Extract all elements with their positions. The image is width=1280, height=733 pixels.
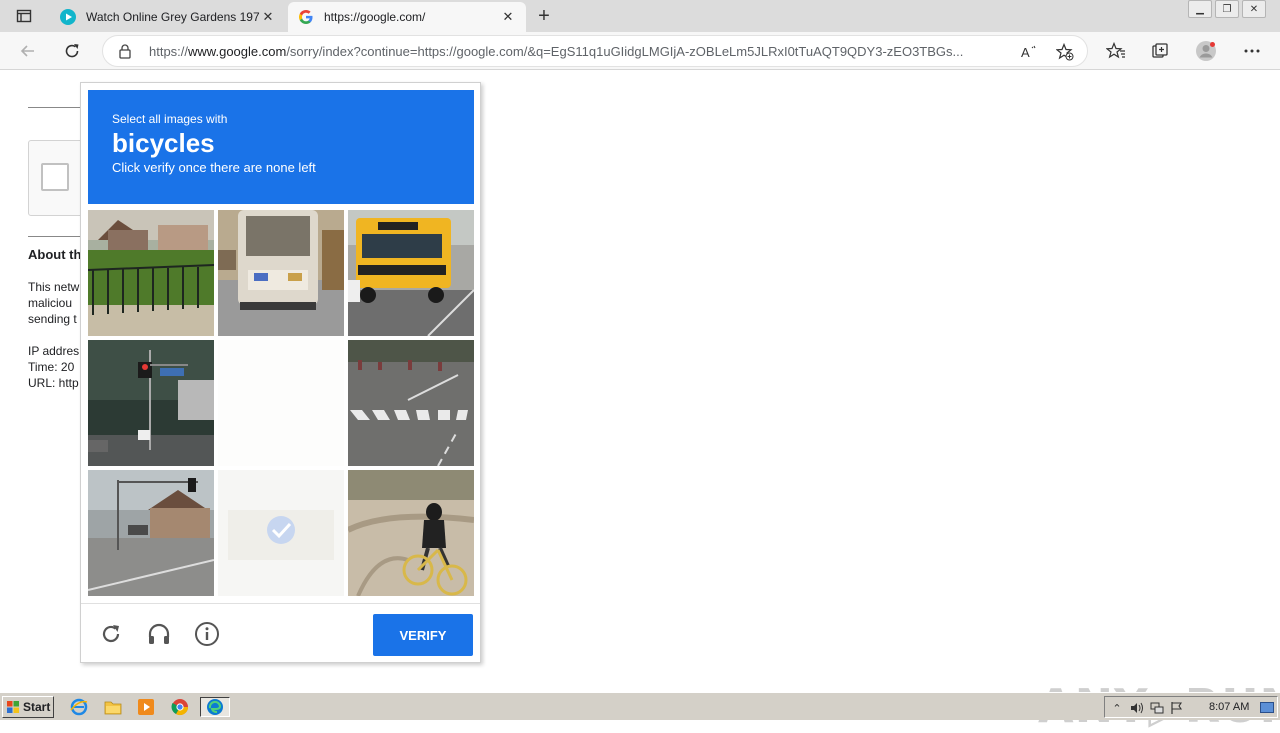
- chrome-icon[interactable]: [169, 697, 191, 717]
- audio-challenge-icon[interactable]: [145, 620, 173, 648]
- window-controls: ▁ ❐ ✕: [1185, 0, 1266, 18]
- prompt-note: Click verify once there are none left: [112, 160, 316, 175]
- svg-text:A: A: [1021, 45, 1030, 60]
- captcha-tile-2[interactable]: [218, 210, 344, 336]
- captcha-tile-5-loading[interactable]: [218, 340, 344, 466]
- edge-icon[interactable]: [200, 697, 230, 717]
- clock: 8:07 AM: [1209, 701, 1250, 713]
- address-bar[interactable]: https://www.google.com/sorry/index?conti…: [102, 35, 1088, 67]
- show-hidden-icons-chevron-icon[interactable]: ⌃: [1109, 700, 1125, 716]
- captcha-tile-3[interactable]: [348, 210, 474, 336]
- action-center-flag-icon[interactable]: [1169, 700, 1185, 716]
- tab-close-icon[interactable]: ✕: [500, 9, 516, 25]
- captcha-challenge: Select all images with bicycles Click ve…: [80, 82, 481, 663]
- prompt-sub: Select all images with: [112, 112, 228, 126]
- start-label: Start: [23, 700, 51, 714]
- paragraph-line: sending t: [28, 312, 77, 326]
- volume-icon[interactable]: [1129, 700, 1145, 716]
- more-menu-icon[interactable]: [1240, 39, 1264, 63]
- ip-address-line: IP addres: [28, 344, 80, 358]
- tab-grey-gardens[interactable]: Watch Online Grey Gardens 1975 ✕: [50, 2, 286, 32]
- tab-strip: Watch Online Grey Gardens 1975 ✕ https:/…: [0, 0, 1280, 32]
- captcha-tile-4[interactable]: [88, 340, 214, 466]
- folder-icon[interactable]: [102, 697, 124, 717]
- media-player-icon[interactable]: [135, 697, 157, 717]
- time-line: Time: 20: [28, 360, 75, 374]
- captcha-footer: VERIFY: [81, 603, 480, 663]
- lock-icon[interactable]: [117, 43, 133, 59]
- new-tab-plus-icon[interactable]: +: [532, 4, 556, 28]
- captcha-tile-8-selected[interactable]: [218, 470, 344, 596]
- captcha-prompt: Select all images with bicycles Click ve…: [88, 90, 474, 204]
- tab-close-icon[interactable]: ✕: [260, 9, 276, 25]
- favorites-icon[interactable]: [1104, 39, 1128, 63]
- tab-actions-icon: [16, 9, 32, 23]
- refresh-icon[interactable]: [60, 39, 84, 63]
- collections-icon[interactable]: [1148, 39, 1172, 63]
- url-scheme: https://: [149, 44, 189, 59]
- tab-actions-button[interactable]: [8, 4, 40, 28]
- divider: [28, 236, 88, 237]
- captcha-tile-9[interactable]: [348, 470, 474, 596]
- about-heading: About th: [28, 247, 82, 262]
- start-button[interactable]: Start: [2, 696, 54, 718]
- read-aloud-icon[interactable]: A: [1019, 42, 1039, 62]
- url-host: www.google.com: [188, 44, 287, 59]
- add-favorite-icon[interactable]: [1055, 42, 1075, 62]
- reload-challenge-icon[interactable]: [97, 620, 125, 648]
- info-icon[interactable]: [193, 620, 221, 648]
- ie-icon[interactable]: [68, 697, 90, 717]
- system-tray: ⌃ 8:07 AM: [1104, 696, 1278, 718]
- restore-icon[interactable]: ❐: [1215, 0, 1239, 18]
- paragraph-line: This netw: [28, 280, 80, 294]
- tab-title: Watch Online Grey Gardens 1975: [86, 10, 260, 24]
- divider: [28, 107, 88, 108]
- network-icon[interactable]: [1149, 700, 1165, 716]
- url-path: /sorry/index?continue=https://google.com…: [286, 44, 964, 59]
- captcha-tile-1[interactable]: [88, 210, 214, 336]
- captcha-tile-7[interactable]: [88, 470, 214, 596]
- tab-title: https://google.com/: [324, 10, 426, 24]
- url-line: URL: http: [28, 376, 79, 390]
- verify-button[interactable]: VERIFY: [373, 614, 473, 656]
- windows-flag-icon: [7, 701, 19, 713]
- paragraph-line: maliciou: [28, 296, 73, 310]
- request-info: IP addres Time: 20 URL: http: [28, 343, 88, 391]
- captcha-tile-6[interactable]: [348, 340, 474, 466]
- minimize-icon[interactable]: ▁: [1188, 0, 1212, 18]
- navigation-bar: https://www.google.com/sorry/index?conti…: [0, 32, 1280, 70]
- tab-google[interactable]: https://google.com/ ✕: [288, 2, 526, 32]
- show-desktop-icon[interactable]: [1259, 700, 1275, 716]
- play-favicon-icon: [60, 9, 76, 25]
- close-window-icon[interactable]: ✕: [1242, 0, 1266, 18]
- about-paragraph: This netw maliciou sending t: [28, 279, 88, 327]
- taskbar: Start ⌃ 8:07 AM: [0, 692, 1280, 720]
- back-arrow-icon[interactable]: [16, 39, 40, 63]
- google-favicon-icon: [299, 10, 313, 24]
- recaptcha-checkbox[interactable]: [41, 163, 69, 191]
- url-text[interactable]: https://www.google.com/sorry/index?conti…: [149, 44, 1019, 59]
- prompt-target: bicycles: [112, 128, 215, 158]
- profile-avatar-icon[interactable]: [1194, 39, 1218, 63]
